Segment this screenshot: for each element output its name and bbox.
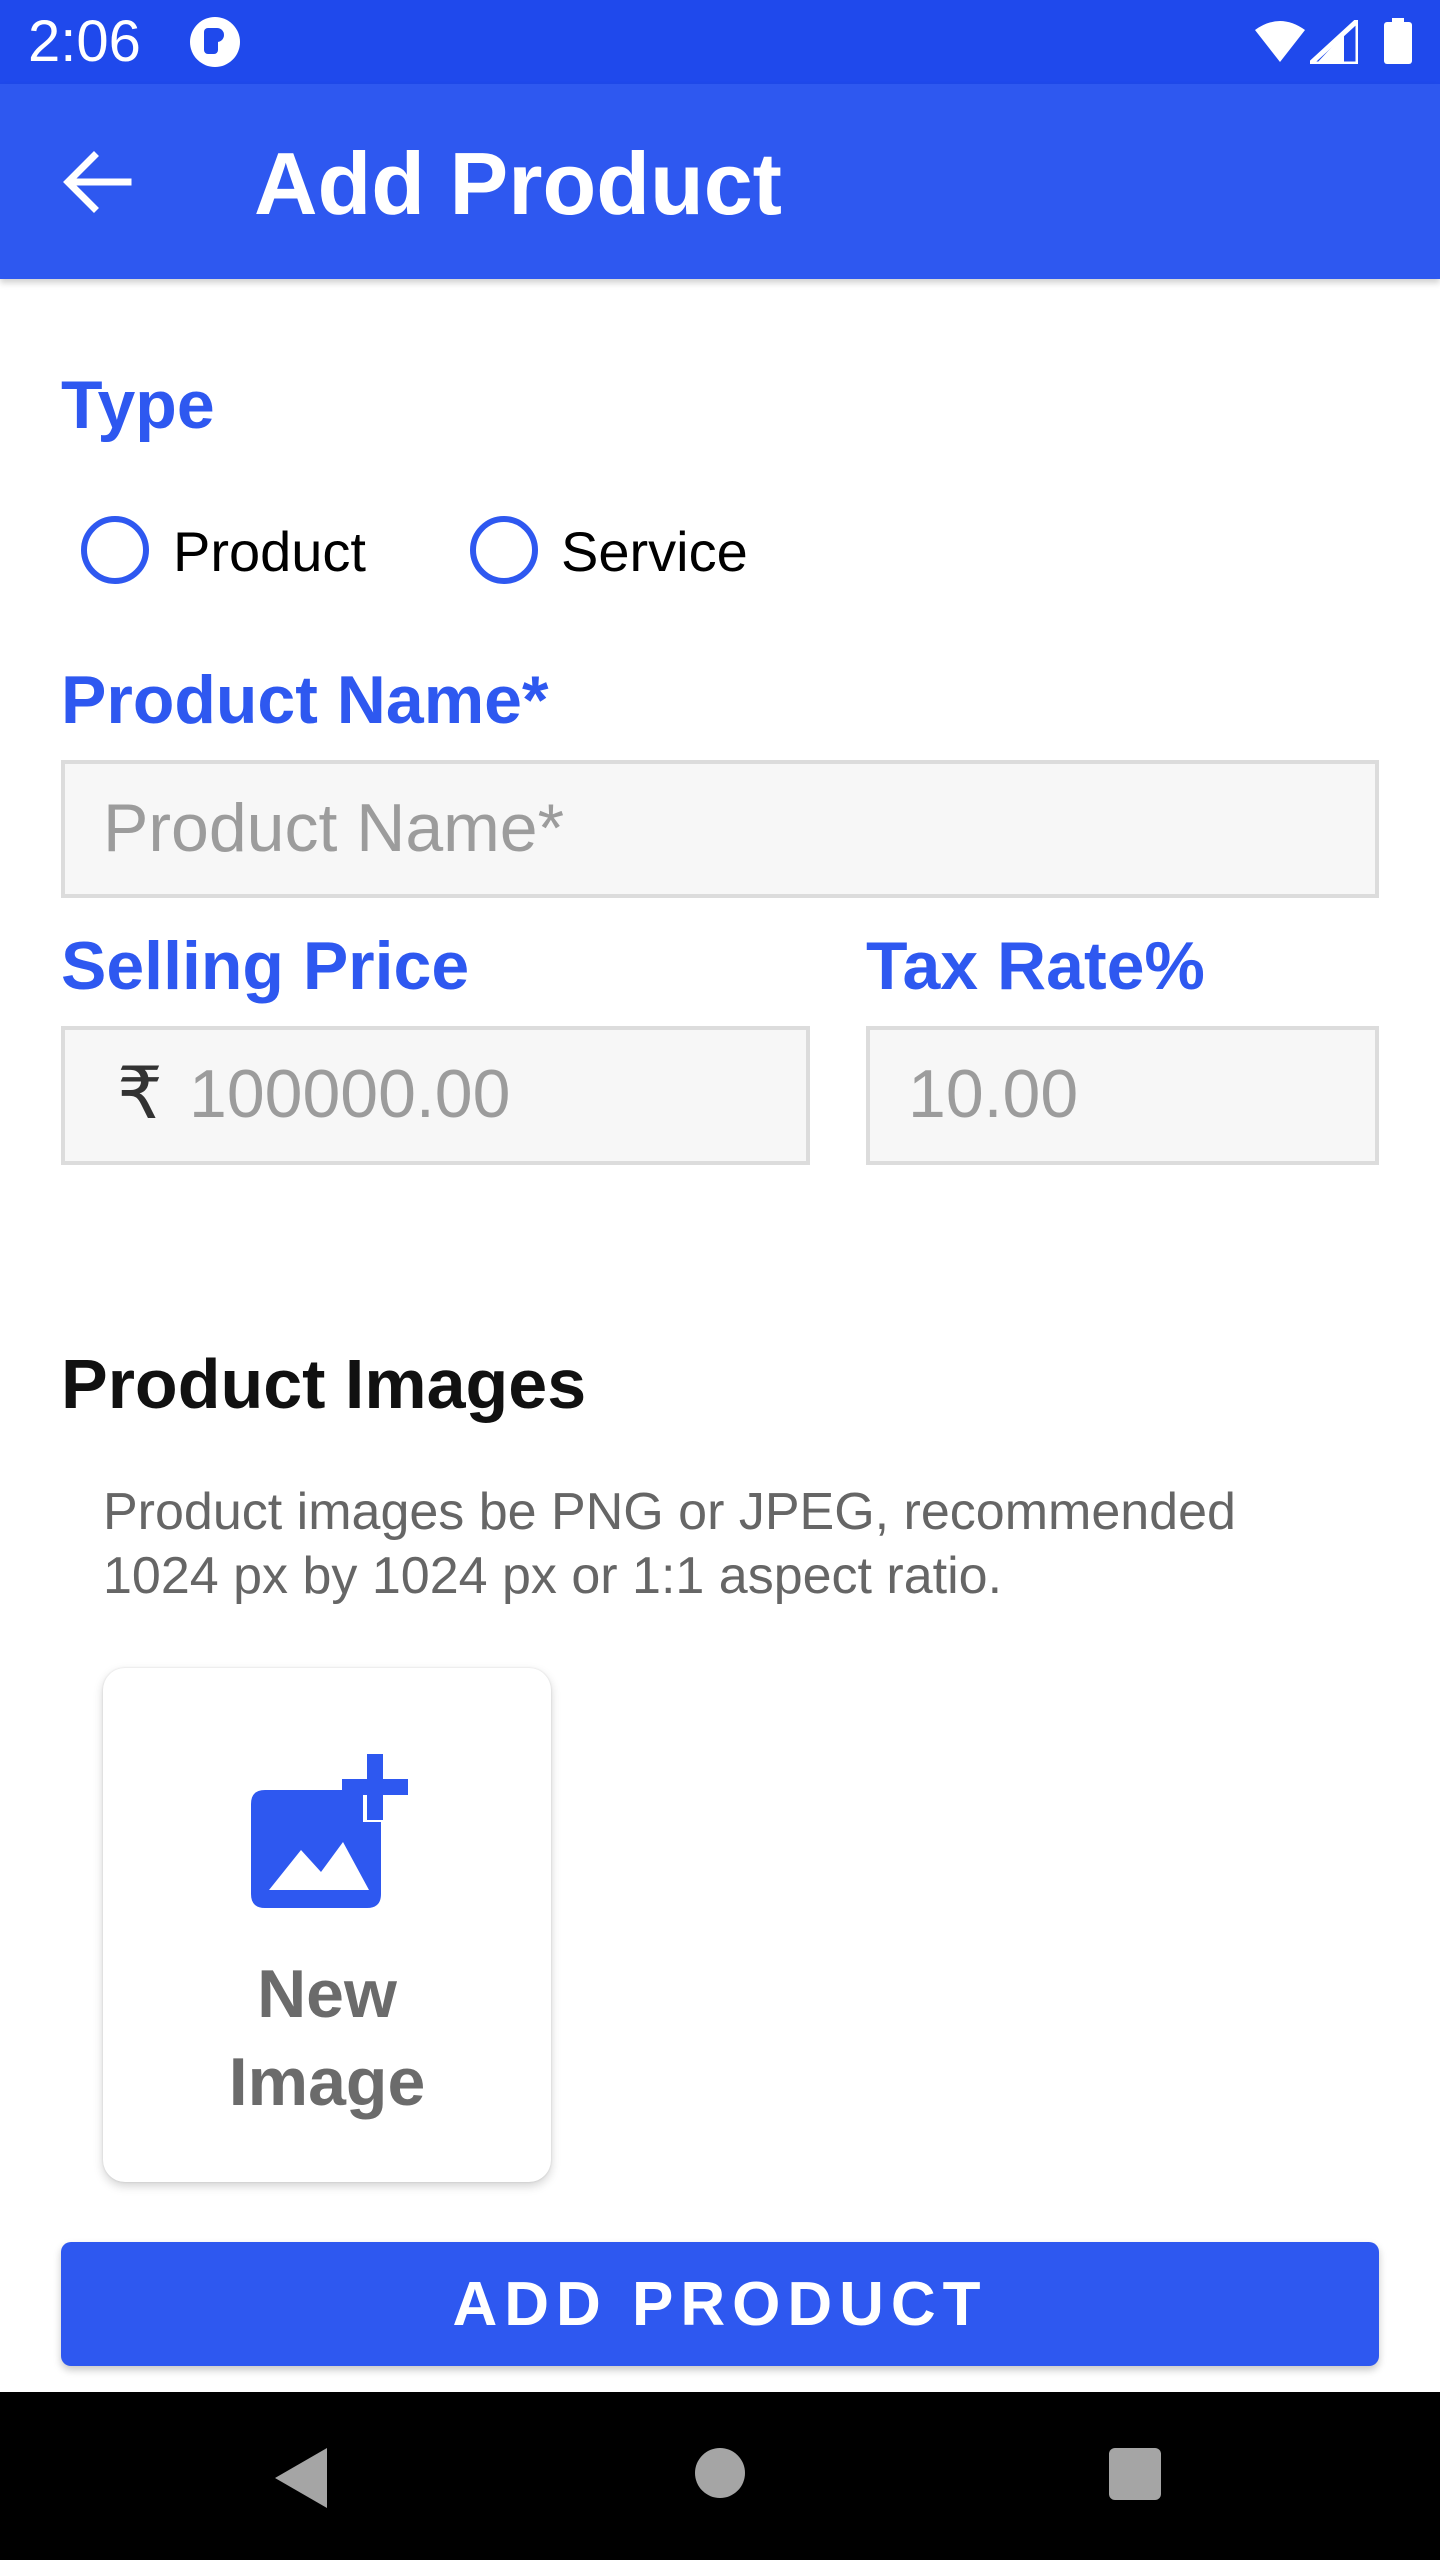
type-label: Type [61, 367, 215, 443]
new-image-label: New Image [228, 1956, 426, 2120]
add-product-button[interactable]: ADD PRODUCT [61, 2242, 1379, 2366]
product-name-field[interactable]: Product Name* [61, 760, 1379, 898]
signal-icon [1310, 20, 1358, 64]
page-title: Add Product [254, 134, 782, 233]
radio-service-label[interactable]: Service [561, 520, 748, 584]
app-bar: Add Product [0, 84, 1440, 279]
status-time: 2:06 [28, 9, 141, 74]
notification-app-icon [190, 17, 240, 67]
selling-price-placeholder: 100000.00 [189, 1056, 511, 1132]
back-arrow-icon[interactable] [62, 150, 132, 214]
new-image-button[interactable]: New Image [103, 1668, 551, 2182]
tax-rate-label: Tax Rate% [866, 928, 1205, 1004]
system-nav-bar [0, 2392, 1440, 2560]
nav-back-icon[interactable] [275, 2448, 327, 2508]
wifi-icon [1255, 21, 1305, 62]
add-photo-icon [251, 1754, 408, 1908]
selling-price-label: Selling Price [61, 928, 470, 1004]
selling-price-field[interactable]: ₹ 100000.00 [61, 1026, 810, 1165]
product-name-placeholder: Product Name* [103, 790, 565, 866]
radio-service[interactable] [470, 516, 538, 584]
battery-icon [1384, 18, 1412, 64]
status-bar: 2:06 [0, 0, 1440, 84]
radio-product-label[interactable]: Product [173, 520, 366, 584]
radio-product[interactable] [81, 516, 149, 584]
rupee-icon: ₹ [117, 1054, 163, 1134]
tax-rate-field[interactable]: 10.00 [866, 1026, 1379, 1165]
product-name-label: Product Name* [61, 662, 549, 738]
product-images-heading: Product Images [61, 1345, 587, 1423]
product-images-helper: Product images be PNG or JPEG, recommend… [103, 1483, 1236, 1605]
nav-home-icon[interactable] [695, 2448, 745, 2498]
nav-recents-icon[interactable] [1109, 2448, 1161, 2500]
tax-rate-placeholder: 10.00 [908, 1056, 1079, 1132]
